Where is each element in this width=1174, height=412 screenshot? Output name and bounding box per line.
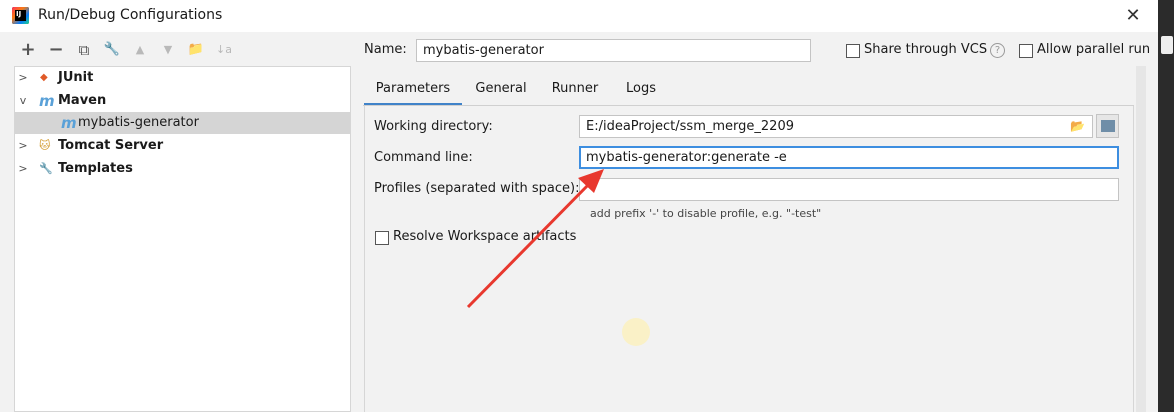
cursor-highlight [622,318,650,346]
scrollbar[interactable] [1136,66,1146,412]
background-window-edge [1158,0,1174,412]
annotation-arrow [466,169,604,309]
